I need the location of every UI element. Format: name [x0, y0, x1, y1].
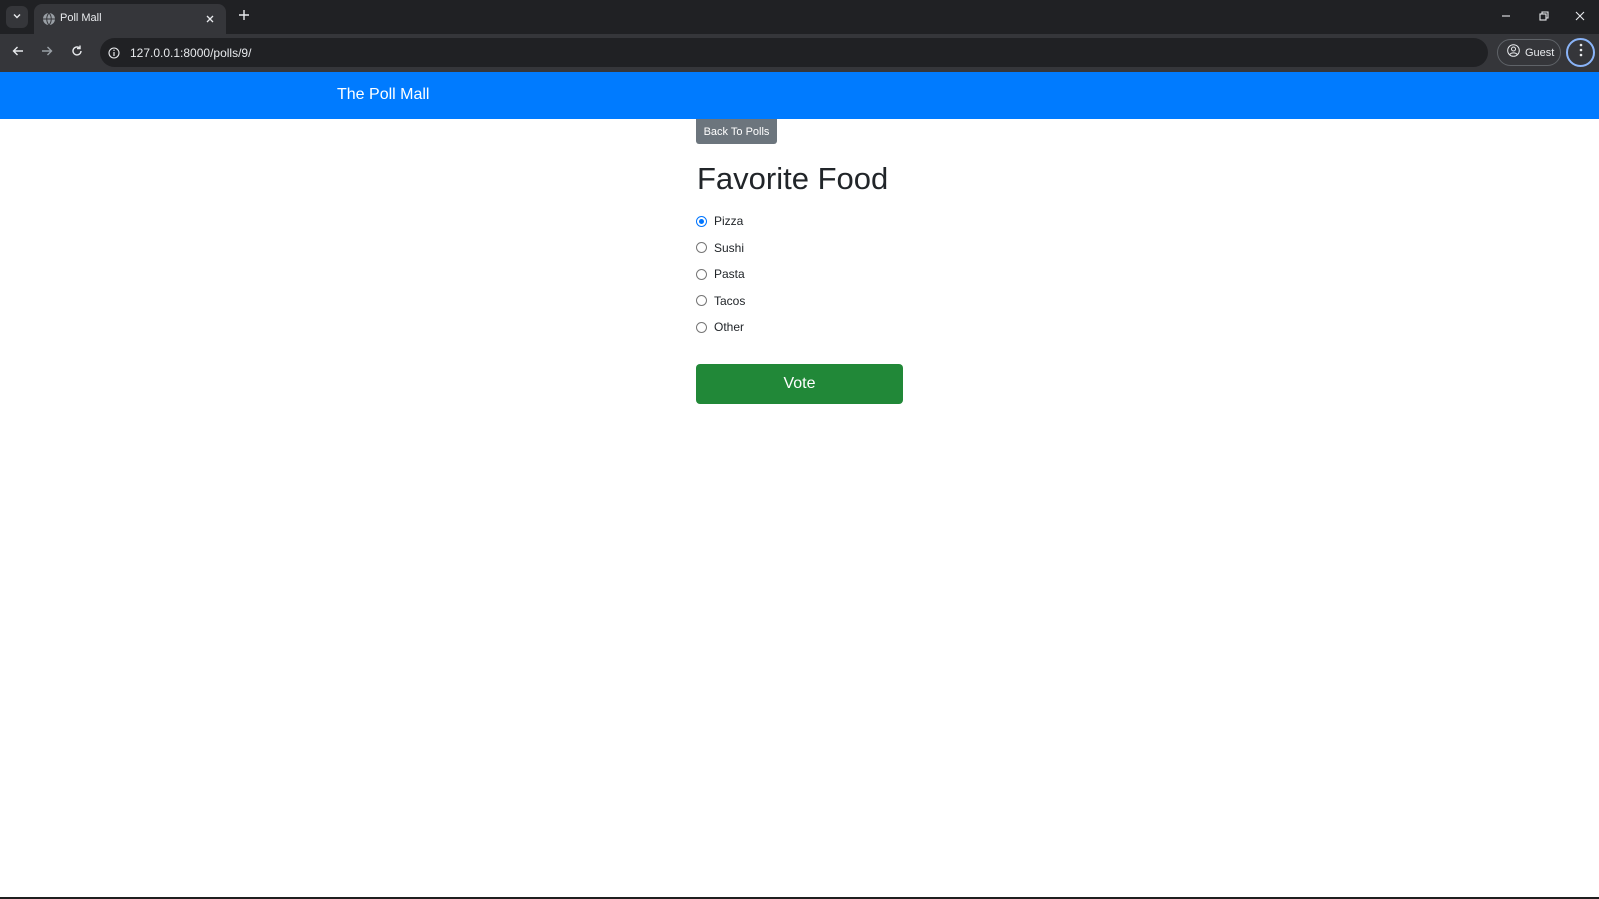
brand-link[interactable]: The Poll Mall [337, 86, 429, 104]
choice-item[interactable]: Other [696, 317, 744, 337]
info-icon[interactable] [106, 45, 122, 61]
globe-icon [42, 12, 56, 26]
plus-icon [238, 8, 250, 26]
vote-button[interactable]: Vote [696, 364, 903, 404]
choice-radio[interactable] [696, 242, 707, 253]
reload-icon [71, 44, 83, 62]
arrow-right-icon [41, 44, 53, 62]
tab-title: Poll Mall [60, 12, 102, 24]
url-text[interactable]: 127.0.0.1:8000/polls/9/ [130, 46, 251, 60]
minimize-button[interactable] [1492, 6, 1520, 28]
minimize-icon [1501, 8, 1511, 26]
choice-radio[interactable] [696, 268, 707, 280]
close-icon [1575, 8, 1585, 26]
choice-label: Pizza [714, 214, 744, 228]
browser-chrome: Poll Mall 127.0.0.1:8000/polls/9/ Guest [0, 0, 1599, 72]
address-bar[interactable]: 127.0.0.1:8000/polls/9/ [100, 38, 1488, 67]
site-navbar: The Poll Mall [0, 72, 1599, 119]
profile-button[interactable]: Guest [1497, 39, 1561, 66]
browser-menu-button[interactable] [1566, 38, 1595, 67]
browser-toolbar: 127.0.0.1:8000/polls/9/ Guest [0, 34, 1599, 72]
restore-icon [1539, 8, 1549, 26]
chevron-down-icon [12, 8, 22, 26]
choice-item[interactable]: Pizza [696, 211, 743, 231]
choice-label: Sushi [714, 240, 745, 255]
reload-button[interactable] [66, 42, 88, 64]
choice-label: Other [714, 320, 745, 334]
back-nav-button[interactable] [7, 42, 29, 64]
arrow-left-icon [12, 44, 24, 62]
person-icon [1507, 43, 1520, 62]
choice-item[interactable]: Tacos [696, 291, 745, 311]
choice-item[interactable]: Pasta [696, 264, 745, 284]
restore-button[interactable] [1530, 6, 1558, 28]
poll-title: Favorite Food [697, 161, 889, 196]
choice-label: Pasta [714, 267, 745, 281]
choice-radio[interactable] [696, 295, 707, 306]
choice-item[interactable]: Sushi [696, 238, 744, 258]
window-close-button[interactable] [1566, 6, 1594, 28]
tab-search-button[interactable] [6, 6, 28, 28]
back-to-polls-button[interactable]: Back To Polls [696, 119, 777, 144]
kebab-menu-icon [1579, 43, 1583, 62]
profile-label: Guest [1525, 46, 1555, 59]
choice-radio[interactable] [696, 215, 707, 227]
browser-tab[interactable]: Poll Mall [34, 4, 226, 34]
close-icon[interactable] [202, 11, 218, 27]
choice-label: Tacos [714, 293, 746, 308]
choice-radio[interactable] [696, 321, 707, 333]
forward-nav-button[interactable] [36, 42, 58, 64]
tab-strip: Poll Mall [0, 0, 1599, 34]
new-tab-button[interactable] [234, 7, 254, 27]
